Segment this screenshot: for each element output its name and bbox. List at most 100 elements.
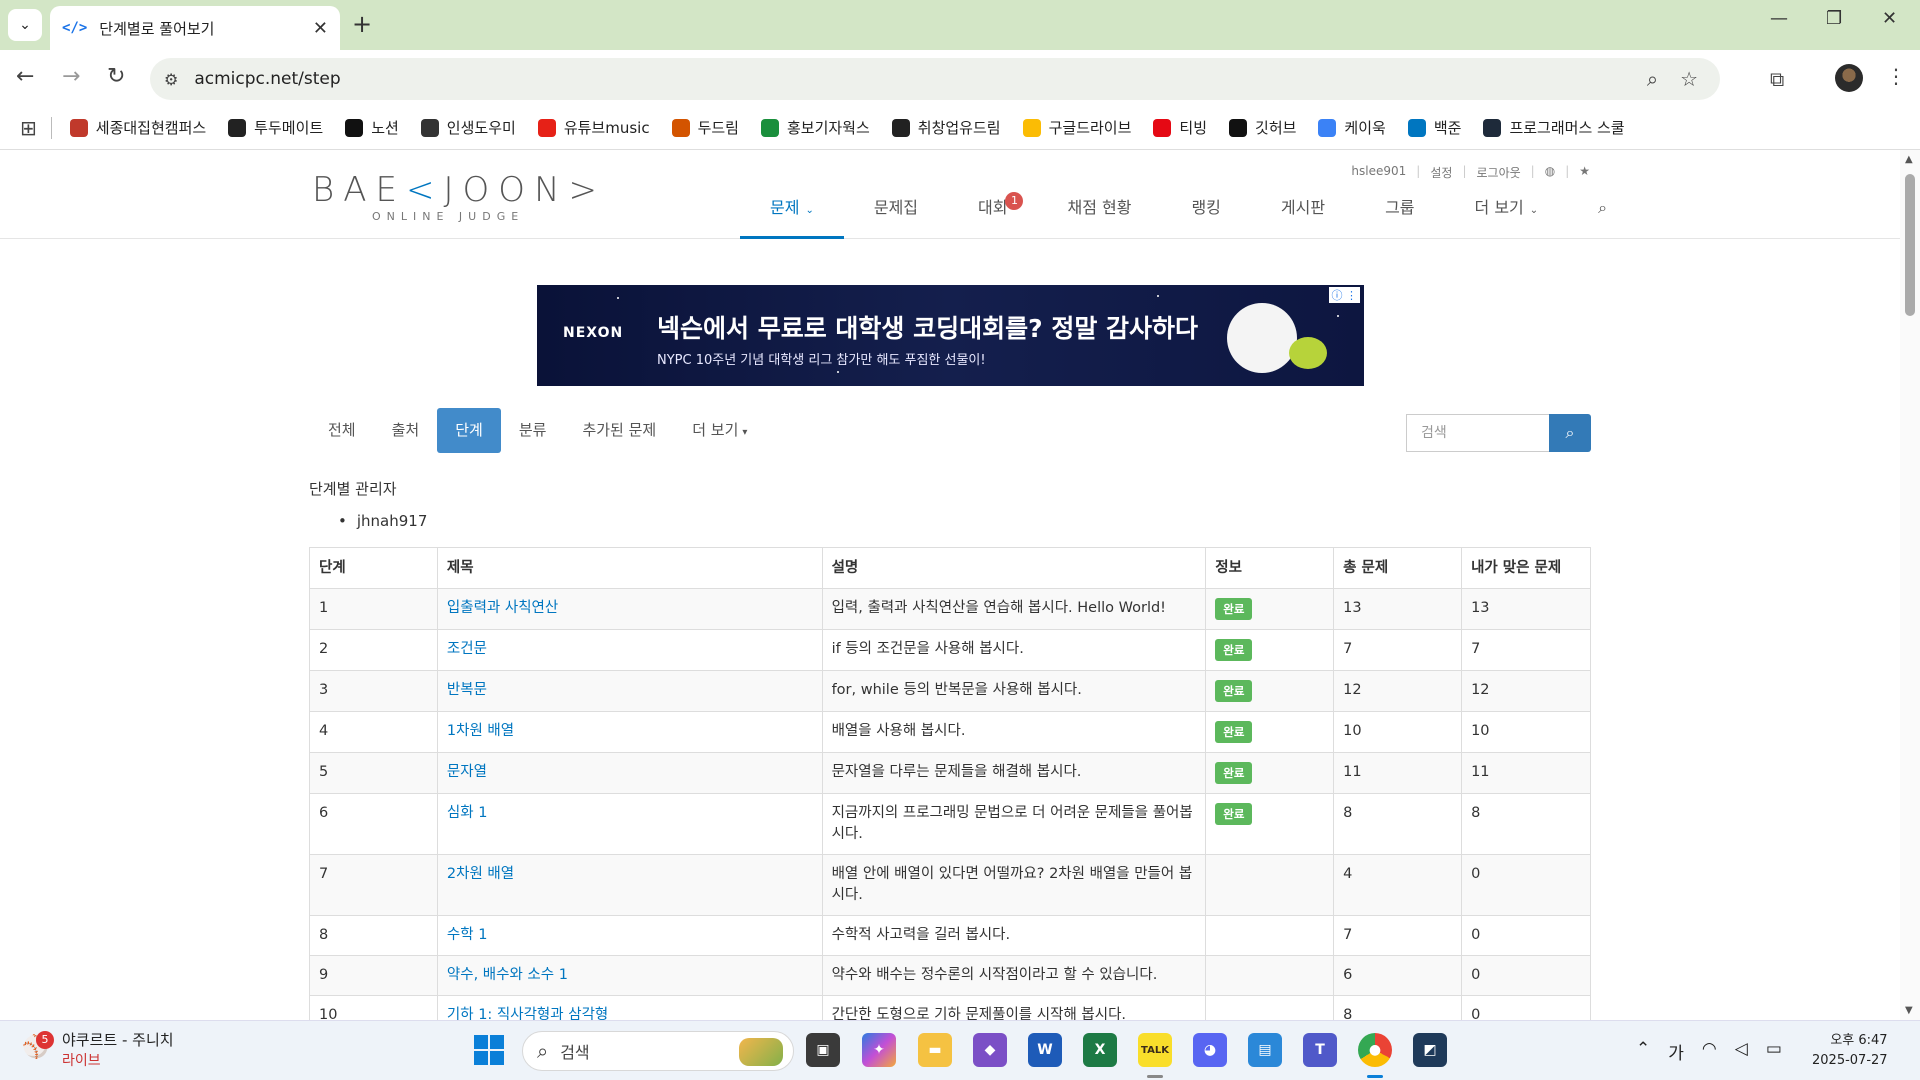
nav-search-icon[interactable]: ⌕ bbox=[1568, 192, 1637, 239]
bookmark-item[interactable]: 두드림 bbox=[671, 117, 739, 138]
subnav-tab[interactable]: 단계 bbox=[437, 408, 501, 453]
ime-indicator[interactable]: 가 bbox=[1668, 1039, 1684, 1064]
logout-link[interactable]: 로그아웃 bbox=[1476, 164, 1520, 181]
remote-app-icon[interactable]: ◩ bbox=[1413, 1033, 1447, 1067]
browser-tab[interactable]: </> 단계별로 풀어보기 ✕ bbox=[50, 6, 340, 50]
settings-link[interactable]: 설정 bbox=[1430, 164, 1452, 181]
step-title-link[interactable]: 기하 1: 직사각형과 삼각형 bbox=[447, 1007, 608, 1020]
discord-icon[interactable]: ◕ bbox=[1193, 1033, 1227, 1067]
news-widget[interactable]: ⚾ 5 야쿠르트 - 주니치 라이브 bbox=[22, 1029, 174, 1070]
teams-icon[interactable]: T bbox=[1303, 1033, 1337, 1067]
subnav-tab[interactable]: 전체 bbox=[310, 408, 374, 453]
nav-item[interactable]: 더 보기 ⌄ bbox=[1445, 192, 1569, 239]
chrome-icon[interactable]: ● bbox=[1358, 1033, 1392, 1067]
taskbar-search[interactable]: ⌕ 검색 bbox=[522, 1031, 794, 1071]
browser-menu-icon[interactable]: ⋮ bbox=[1886, 64, 1906, 88]
excel-icon[interactable]: X bbox=[1083, 1033, 1117, 1067]
zoom-icon[interactable]: ⌕ bbox=[1647, 67, 1658, 91]
total-problems-cell: 7 bbox=[1333, 629, 1463, 671]
bookmark-item[interactable]: 유튜브music bbox=[537, 117, 650, 138]
step-title-link[interactable]: 반복문 bbox=[447, 682, 487, 698]
total-problems-cell: 7 bbox=[1333, 915, 1463, 956]
nav-item[interactable]: 문제집 bbox=[844, 192, 948, 239]
bookmark-item[interactable]: 홍보기자웍스 bbox=[760, 117, 870, 138]
step-title-link[interactable]: 문자열 bbox=[447, 764, 487, 780]
address-bar[interactable]: ⚙ acmicpc.net/step ⌕ ☆ bbox=[150, 58, 1720, 100]
subnav-tab[interactable]: 추가된 문제 bbox=[564, 408, 674, 453]
favorite-star-icon[interactable]: ★ bbox=[1579, 164, 1590, 181]
back-arrow-icon[interactable]: ← bbox=[16, 64, 34, 89]
step-title-link[interactable]: 2차원 배열 bbox=[447, 866, 514, 882]
bookmark-item[interactable]: 인생도우미 bbox=[420, 117, 516, 138]
taskbar-clock[interactable]: 오후 6:47 2025-07-27 bbox=[1812, 1031, 1888, 1071]
bookmark-item[interactable]: 케이욱 bbox=[1318, 117, 1386, 138]
problem-search-input[interactable]: 검색 bbox=[1406, 414, 1549, 452]
scroll-up-icon[interactable]: ▲ bbox=[1905, 154, 1913, 165]
apps-grid-icon[interactable]: ⊞ bbox=[20, 116, 37, 140]
bookmark-item[interactable]: 구글드라이브 bbox=[1022, 117, 1131, 138]
bookmark-star-icon[interactable]: ☆ bbox=[1680, 67, 1698, 91]
bookmark-item[interactable]: 깃허브 bbox=[1229, 117, 1296, 138]
window-close-icon[interactable]: ✕ bbox=[1882, 8, 1897, 29]
manager-link[interactable]: jhnah917 bbox=[357, 512, 428, 530]
tab-close-icon[interactable]: ✕ bbox=[313, 18, 328, 39]
kakaotalk-icon[interactable]: TALK bbox=[1138, 1033, 1172, 1067]
copilot-icon[interactable]: ✦ bbox=[862, 1033, 896, 1067]
profile-avatar[interactable] bbox=[1835, 64, 1863, 92]
clock-date: 2025-07-27 bbox=[1812, 1053, 1888, 1068]
tab-search-chevron-icon[interactable]: ⌄ bbox=[8, 9, 42, 41]
bookmark-item[interactable]: 노션 bbox=[345, 117, 399, 138]
new-tab-plus-icon[interactable]: + bbox=[352, 10, 372, 38]
step-title-link[interactable]: 심화 1 bbox=[447, 805, 488, 821]
step-title-link[interactable]: 약수, 배수와 소수 1 bbox=[447, 967, 568, 983]
windows-start-icon[interactable] bbox=[474, 1035, 504, 1065]
step-title-link[interactable]: 조건문 bbox=[447, 641, 487, 657]
baekjoon-logo[interactable]: BAE<JOON> ONLINE JUDGE bbox=[312, 170, 606, 223]
ad-info-icon[interactable]: ⓘ ⋮ bbox=[1328, 287, 1360, 303]
nav-item[interactable]: 게시판 bbox=[1251, 192, 1355, 239]
subnav-tab[interactable]: 분류 bbox=[501, 408, 565, 453]
bookmark-item[interactable]: 세종대집현캠퍼스 bbox=[69, 117, 206, 138]
page-scrollbar[interactable]: ▲ ▼ bbox=[1900, 150, 1920, 1020]
wifi-icon[interactable]: ◠ bbox=[1702, 1039, 1717, 1064]
nav-item[interactable]: 문제 ⌄ bbox=[740, 192, 844, 239]
nav-item[interactable]: 채점 현황 bbox=[1037, 192, 1161, 239]
scroll-down-icon[interactable]: ▼ bbox=[1905, 1005, 1913, 1016]
step-desc-cell: 약수와 배수는 정수론의 시작점이라고 할 수 있습니다. bbox=[821, 955, 1207, 996]
scrollbar-thumb[interactable] bbox=[1905, 174, 1915, 316]
tray-chevron-up-icon[interactable]: ⌃ bbox=[1636, 1039, 1650, 1064]
nexon-ad-banner[interactable]: NEXON 넥슨에서 무료로 대학생 코딩대회를? 정말 감사하다 NYPC 1… bbox=[537, 285, 1364, 386]
bookmark-item[interactable]: 취창업유드림 bbox=[891, 117, 1001, 138]
nav-item[interactable]: 랭킹 bbox=[1161, 192, 1250, 239]
nav-item-label: 문제 bbox=[770, 198, 800, 217]
search-button[interactable]: ⌕ bbox=[1549, 414, 1591, 452]
visual-studio-icon[interactable]: ◆ bbox=[973, 1033, 1007, 1067]
file-explorer-icon[interactable]: ▬ bbox=[918, 1033, 952, 1067]
url-text[interactable]: acmicpc.net/step bbox=[194, 69, 1647, 89]
extensions-puzzle-icon[interactable]: ⧉ bbox=[1770, 67, 1784, 91]
taskbar-search-label: 검색 bbox=[560, 1043, 590, 1062]
language-globe-icon[interactable]: ◍ bbox=[1545, 164, 1555, 181]
battery-icon[interactable]: ▭ bbox=[1766, 1039, 1782, 1064]
bookmark-item[interactable]: 백준 bbox=[1407, 117, 1461, 138]
subnav-tab[interactable]: 출처 bbox=[374, 408, 438, 453]
forward-arrow-icon[interactable]: → bbox=[62, 64, 80, 89]
task-view-icon[interactable]: ▣ bbox=[806, 1033, 840, 1067]
site-info-icon[interactable]: ⚙ bbox=[164, 70, 178, 89]
step-title-link[interactable]: 1차원 배열 bbox=[447, 723, 514, 739]
step-title-link[interactable]: 입출력과 사칙연산 bbox=[447, 600, 558, 616]
todo-app-icon[interactable]: ▤ bbox=[1248, 1033, 1282, 1067]
bookmark-item[interactable]: 투두메이트 bbox=[228, 117, 323, 138]
bookmark-item[interactable]: 프로그래머스 스쿨 bbox=[1483, 117, 1625, 138]
bookmark-item[interactable]: 티빙 bbox=[1153, 117, 1207, 138]
user-link[interactable]: hslee901 bbox=[1351, 164, 1406, 181]
subnav-tab[interactable]: 더 보기 ▾ bbox=[674, 408, 765, 453]
minimize-icon[interactable]: — bbox=[1770, 8, 1788, 29]
restore-icon[interactable]: ❐ bbox=[1826, 8, 1842, 29]
reload-icon[interactable]: ↻ bbox=[107, 64, 125, 89]
word-icon[interactable]: W bbox=[1028, 1033, 1062, 1067]
step-title-link[interactable]: 수학 1 bbox=[447, 927, 488, 943]
nav-item[interactable]: 그룹 bbox=[1355, 192, 1444, 239]
volume-icon[interactable]: ◁ bbox=[1735, 1039, 1748, 1064]
nav-item[interactable]: 대회 1 bbox=[948, 192, 1037, 239]
